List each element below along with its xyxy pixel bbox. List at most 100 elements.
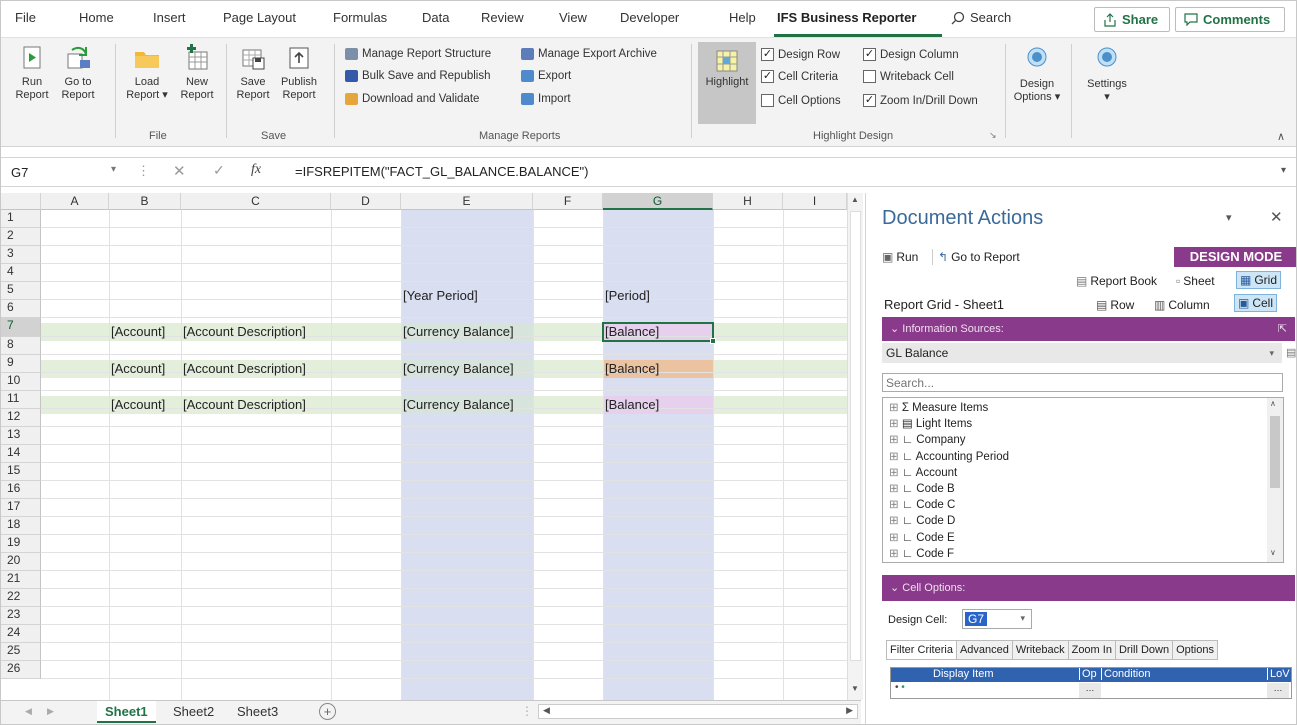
information-sources-header[interactable]: ⌄ Information Sources: ⇱: [882, 317, 1295, 341]
design-options-button[interactable]: Design Options ▾: [1013, 46, 1061, 104]
cell-g11[interactable]: [Balance]: [605, 396, 659, 413]
row-header-5[interactable]: 5: [1, 282, 41, 300]
tab-developer[interactable]: Developer: [620, 10, 679, 25]
row-header-18[interactable]: 18: [1, 517, 41, 535]
tree-scroll-thumb[interactable]: [1270, 416, 1280, 488]
row-header-3[interactable]: 3: [1, 246, 41, 264]
expand-icon[interactable]: ⊞: [889, 532, 902, 544]
row-header-6[interactable]: 6: [1, 300, 41, 318]
op-ellipsis-button[interactable]: …: [1079, 683, 1101, 698]
tree-scrollbar[interactable]: ∧ ∨: [1267, 398, 1283, 562]
expand-icon[interactable]: ⊞: [889, 451, 902, 463]
save-report-button[interactable]: Save Report: [233, 44, 273, 102]
tab-drill-down[interactable]: Drill Down: [1114, 640, 1174, 660]
cell-criteria-checkbox[interactable]: ✓ Cell Criteria: [761, 70, 838, 83]
design-row-checkbox[interactable]: ✓ Design Row: [761, 48, 840, 61]
pane-close-icon[interactable]: ✕: [1270, 208, 1283, 226]
expand-icon[interactable]: ⊞: [889, 548, 902, 560]
column-header-c[interactable]: C: [181, 193, 331, 210]
tree-item[interactable]: ⊞ ∟ Code F: [889, 546, 954, 560]
tab-data[interactable]: Data: [422, 10, 449, 25]
source-filter-icon[interactable]: ▤: [1286, 346, 1296, 359]
sheet-tab-sheet1[interactable]: Sheet1: [97, 701, 156, 723]
row-header-16[interactable]: 16: [1, 481, 41, 499]
tree-item[interactable]: ⊞ ∟ Company: [889, 432, 966, 446]
tree-item[interactable]: ⊞ Σ Measure Items: [889, 400, 988, 414]
cell-b9[interactable]: [Account]: [111, 360, 165, 377]
row-header-4[interactable]: 4: [1, 264, 41, 282]
tree-item[interactable]: ⊞ ∟ Code B: [889, 481, 955, 495]
column-header-h[interactable]: H: [713, 193, 783, 210]
row-header-17[interactable]: 17: [1, 499, 41, 517]
cancel-icon[interactable]: ✕: [173, 162, 186, 180]
row-header-22[interactable]: 22: [1, 589, 41, 607]
pane-options-icon[interactable]: ▾: [1226, 211, 1232, 224]
tab-split-handle[interactable]: ⋮: [521, 704, 533, 718]
enter-icon[interactable]: ✓: [213, 162, 225, 179]
source-tree[interactable]: ⊞ Σ Measure Items ⊞ ▤ Light Items ⊞ ∟ Comp…: [882, 397, 1284, 563]
design-cell-select[interactable]: G7 ▾: [962, 609, 1032, 629]
row-header-23[interactable]: 23: [1, 607, 41, 625]
tab-formulas[interactable]: Formulas: [333, 10, 387, 25]
download-validate-button[interactable]: Download and Validate: [345, 93, 479, 105]
cell-c7[interactable]: [Account Description]: [183, 323, 306, 340]
comments-button[interactable]: Comments: [1175, 7, 1285, 32]
vertical-scrollbar[interactable]: ▲ ▼: [847, 193, 863, 700]
row-header-20[interactable]: 20: [1, 553, 41, 571]
checkbox-design-row[interactable]: ✓: [761, 48, 774, 61]
expand-formula-icon[interactable]: ▾: [1281, 165, 1286, 176]
column-header-i[interactable]: I: [783, 193, 847, 210]
load-report-button[interactable]: Load Report ▾: [123, 44, 171, 102]
tab-view[interactable]: View: [559, 10, 587, 25]
column-header-d[interactable]: D: [331, 193, 401, 210]
row-header-7[interactable]: 7: [1, 318, 41, 337]
sheet-button[interactable]: ▫ Sheet: [1176, 274, 1215, 288]
row-header-11[interactable]: 11: [1, 391, 41, 409]
cell-options-checkbox[interactable]: Cell Options: [761, 94, 841, 107]
tree-scroll-down-icon[interactable]: ∨: [1270, 548, 1276, 557]
expand-icon[interactable]: ⊞: [889, 467, 902, 479]
source-search-input[interactable]: [882, 373, 1283, 392]
new-report-button[interactable]: New Report: [177, 44, 217, 102]
formula-input[interactable]: =IFSREPITEM("FACT_GL_BALANCE.BALANCE"): [295, 164, 589, 179]
checkbox-zoom-drill[interactable]: ✓: [863, 94, 876, 107]
tree-item[interactable]: ⊞ ▤ Light Items: [889, 416, 972, 430]
pin-icon[interactable]: ⇱: [1278, 317, 1287, 341]
tab-page-layout[interactable]: Page Layout: [223, 10, 296, 25]
scroll-thumb[interactable]: [850, 211, 861, 661]
row-header-13[interactable]: 13: [1, 427, 41, 445]
share-button[interactable]: Share: [1094, 7, 1170, 32]
column-header-e[interactable]: E: [401, 193, 533, 210]
cell-e7[interactable]: [Currency Balance]: [403, 323, 514, 340]
name-box-dropdown-icon[interactable]: ▾: [111, 164, 116, 175]
row-header-10[interactable]: 10: [1, 373, 41, 391]
next-sheet-icon[interactable]: ▶: [47, 706, 54, 717]
tree-item[interactable]: ⊞ ∟ Code E: [889, 530, 955, 544]
tab-help[interactable]: Help: [729, 10, 756, 25]
tab-advanced[interactable]: Advanced: [955, 640, 1013, 660]
checkbox-cell-options[interactable]: [761, 94, 774, 107]
row-header-24[interactable]: 24: [1, 625, 41, 643]
tab-writeback[interactable]: Writeback: [1011, 640, 1069, 660]
tree-item[interactable]: ⊞ ∟ Accounting Period: [889, 449, 1009, 463]
collapse-ribbon-icon[interactable]: ∧: [1277, 130, 1285, 143]
row-header-2[interactable]: 2: [1, 228, 41, 246]
column-header-g[interactable]: G: [603, 193, 713, 210]
expand-icon[interactable]: ⊞: [889, 418, 902, 430]
highlight-button[interactable]: Highlight: [698, 42, 756, 124]
cell-options-header[interactable]: ⌄ Cell Options:: [882, 575, 1295, 601]
expand-icon[interactable]: ⊞: [889, 515, 902, 527]
row-header-14[interactable]: 14: [1, 445, 41, 463]
cell-e5[interactable]: [Year Period]: [403, 287, 478, 304]
tab-zoom-in[interactable]: Zoom In: [1067, 640, 1116, 660]
checkbox-design-column[interactable]: ✓: [863, 48, 876, 61]
row-header-25[interactable]: 25: [1, 643, 41, 661]
scroll-right-icon[interactable]: ▶: [846, 705, 853, 716]
design-column-checkbox[interactable]: ✓ Design Column: [863, 48, 959, 61]
scroll-left-icon[interactable]: ◀: [543, 705, 550, 716]
sheet-tab-sheet3[interactable]: Sheet3: [229, 701, 286, 723]
name-box[interactable]: G7: [7, 163, 97, 183]
goto-report-button[interactable]: Go to Report: [59, 44, 97, 102]
scroll-down-icon[interactable]: ▼: [851, 684, 859, 693]
row-header-8[interactable]: 8: [1, 337, 41, 355]
